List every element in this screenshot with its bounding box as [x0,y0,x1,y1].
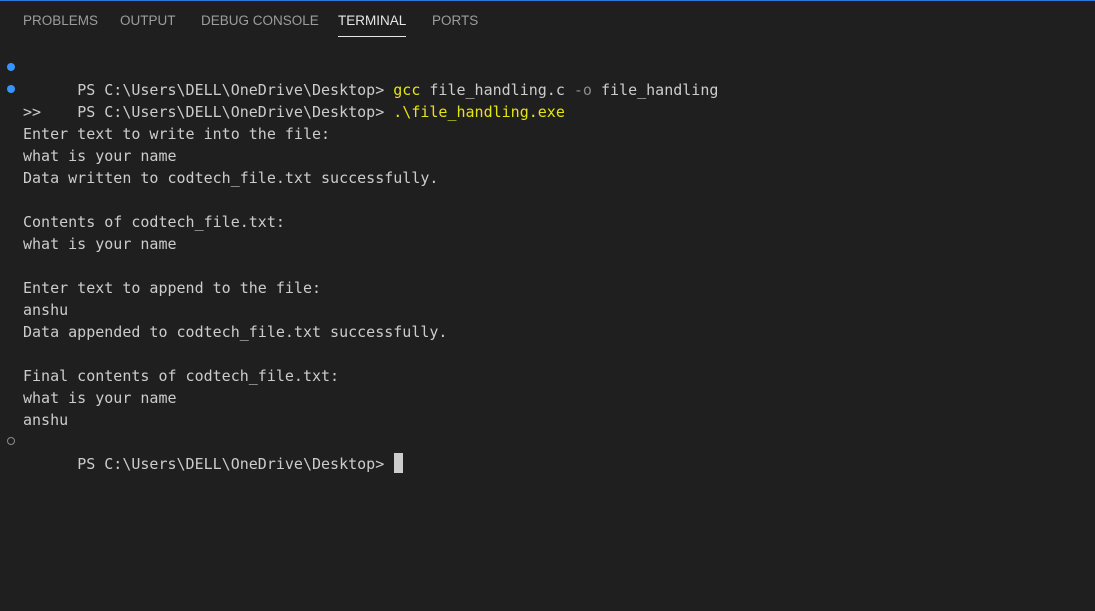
output-line: anshu [23,411,69,429]
tab-output[interactable]: OUTPUT [120,1,176,37]
output-line: Contents of codtech_file.txt: [23,213,285,231]
prompt: PS C:\Users\DELL\OneDrive\Desktop> [77,455,394,473]
tab-terminal[interactable]: TERMINAL [338,1,407,37]
terminal-cursor [394,453,404,473]
active-prompt-line[interactable]: PS C:\Users\DELL\OneDrive\Desktop> [0,431,1095,473]
output-line: Enter text to write into the file: [23,125,331,143]
output-line: Data written to codtech_file.txt success… [23,169,439,187]
command-pending-dot-icon[interactable] [7,437,15,445]
output-line: what is your name [23,389,177,407]
command-success-dot-icon[interactable] [7,85,15,93]
tab-ports[interactable]: PORTS [432,1,478,37]
command-line: PS C:\Users\DELL\OneDrive\Desktop> .\fil… [0,79,1095,121]
tab-debug-console[interactable]: DEBUG CONSOLE [201,1,319,37]
output-line: what is your name [23,147,177,165]
terminal-output[interactable]: PS C:\Users\DELL\OneDrive\Desktop> gcc f… [0,57,1095,473]
output-line: Enter text to append to the file: [23,279,322,297]
command-line: PS C:\Users\DELL\OneDrive\Desktop> gcc f… [0,57,1095,99]
output-line: what is your name [23,235,177,253]
output-line: anshu [23,301,69,319]
output-line: Data appended to codtech_file.txt succes… [23,323,448,341]
terminal-panel: PROBLEMS OUTPUT DEBUG CONSOLE TERMINAL P… [0,0,1095,611]
output-line: >> [23,103,42,121]
tab-problems[interactable]: PROBLEMS [23,1,98,37]
output-line: Final contents of codtech_file.txt: [23,367,340,385]
command-success-dot-icon[interactable] [7,63,15,71]
panel-tab-bar: PROBLEMS OUTPUT DEBUG CONSOLE TERMINAL P… [0,1,1095,39]
